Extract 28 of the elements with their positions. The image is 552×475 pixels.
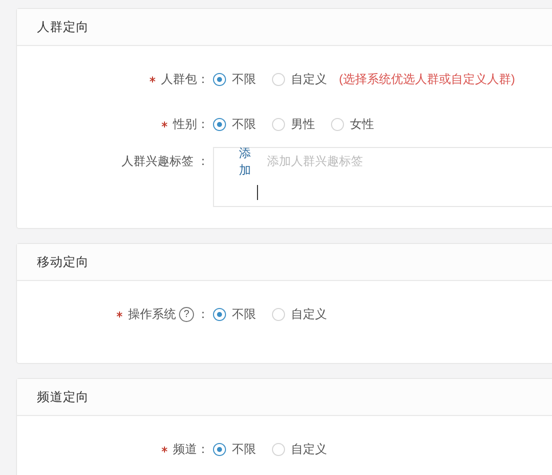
- radio-option[interactable]: 不限: [213, 306, 256, 322]
- label-colon: ：: [197, 306, 209, 322]
- radio-button[interactable]: [213, 308, 226, 320]
- help-icon[interactable]: ?: [179, 306, 194, 322]
- hint-text: (选择系统优选人群或自定义人群): [339, 70, 515, 88]
- section-title: 人群定向: [37, 20, 89, 34]
- section-title: 移动定向: [37, 255, 89, 269]
- field-label: 操作系统: [128, 306, 176, 322]
- radio-button[interactable]: [213, 118, 226, 130]
- radio-option[interactable]: 自定义: [272, 306, 327, 322]
- radio-option[interactable]: 自定义: [272, 70, 327, 88]
- radio-button[interactable]: [213, 442, 226, 456]
- tag-input-field[interactable]: 添加 添加人群兴趣标签: [213, 147, 552, 207]
- add-tag-button[interactable]: 添加: [239, 145, 251, 179]
- section-title: 频道定向: [37, 390, 89, 404]
- radio-option[interactable]: 女性: [331, 116, 374, 132]
- radio-option[interactable]: 不限: [213, 70, 256, 88]
- field-label: 频道：: [173, 440, 209, 458]
- text-cursor: [257, 185, 258, 200]
- field-label: 人群包：: [161, 70, 209, 88]
- radio-option[interactable]: 不限: [213, 440, 256, 458]
- radio-option[interactable]: 男性: [272, 116, 315, 132]
- field-label: 性别：: [173, 116, 209, 132]
- radio-option[interactable]: 自定义: [272, 440, 327, 458]
- field-label: 人群兴趣标签 ：: [122, 153, 209, 170]
- radio-button[interactable]: [213, 72, 226, 86]
- radio-option[interactable]: 不限: [213, 116, 256, 132]
- placeholder-text: 添加人群兴趣标签: [267, 153, 363, 170]
